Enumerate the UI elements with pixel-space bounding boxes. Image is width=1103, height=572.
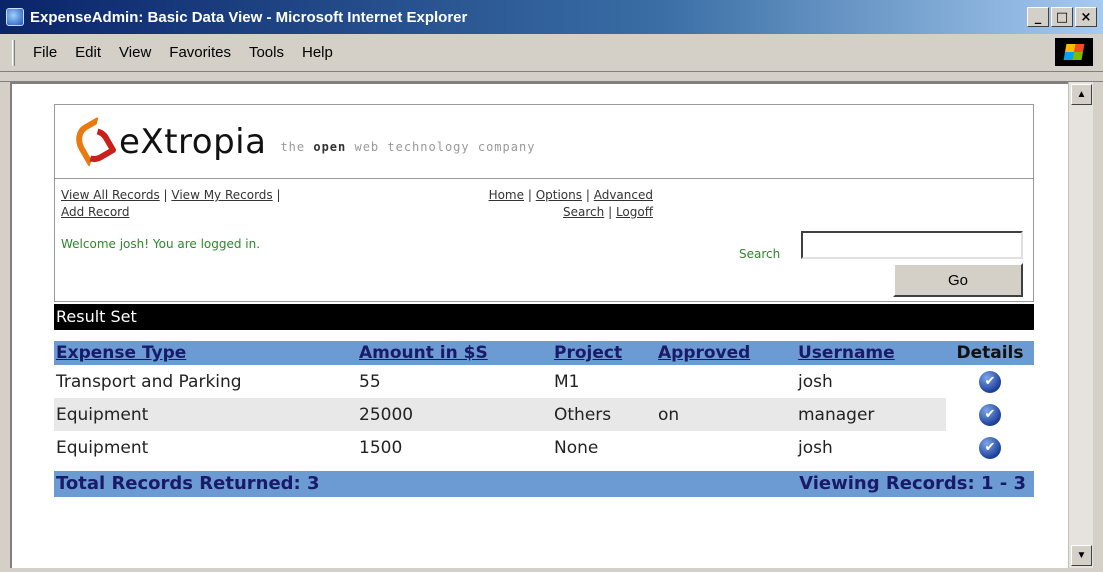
- view-my-records-link[interactable]: View My Records: [171, 188, 272, 202]
- windows-logo-icon: [1055, 38, 1093, 66]
- frame-top: [0, 72, 1103, 82]
- table-row: Equipment 1500 None josh ✔: [54, 431, 1034, 464]
- cell-expense-type: Transport and Parking: [56, 371, 242, 392]
- separator: |: [527, 188, 532, 202]
- cell-amount: 25000: [357, 398, 552, 431]
- browser-viewport: eXtropia the open web technology company…: [10, 82, 1068, 568]
- details-header: Details: [946, 341, 1034, 365]
- toolbar-grip[interactable]: [12, 39, 15, 66]
- advanced-search-link-part1[interactable]: Advanced: [594, 188, 653, 202]
- cell-amount: 1500: [359, 437, 403, 458]
- menubar: File Edit View Favorites Tools Help: [0, 34, 1103, 72]
- table-row: Equipment 25000 Others on manager ✔: [54, 398, 1034, 431]
- cell-approved: on: [656, 398, 796, 431]
- maximize-button[interactable]: □: [1051, 7, 1073, 27]
- separator: |: [163, 188, 168, 202]
- nav-area: View All Records | View My Records | Add…: [55, 179, 1033, 301]
- results-table: Expense Type Amount in $S Project Approv…: [54, 341, 1034, 464]
- menu-tools[interactable]: Tools: [249, 44, 284, 61]
- frame-bottom: [0, 568, 1103, 572]
- close-button[interactable]: ×: [1075, 7, 1097, 27]
- extropia-logo-icon: [69, 115, 119, 168]
- total-records: Total Records Returned: 3: [56, 473, 320, 494]
- cell-approved: [656, 431, 796, 464]
- menu-file[interactable]: File: [33, 44, 57, 61]
- view-all-records-link[interactable]: View All Records: [61, 188, 160, 202]
- details-check-icon[interactable]: ✔: [979, 436, 1001, 459]
- frame-left: [0, 82, 10, 568]
- separator: |: [276, 188, 281, 202]
- logo-text: eXtropia: [119, 121, 267, 162]
- result-set-title: Result Set: [54, 304, 1034, 330]
- cell-username: josh: [798, 371, 833, 392]
- add-record-link[interactable]: Add Record: [61, 205, 130, 219]
- viewing-records: Viewing Records: 1 - 3: [799, 473, 1026, 494]
- app-header-box: eXtropia the open web technology company…: [54, 104, 1034, 302]
- window-titlebar: ExpenseAdmin: Basic Data View - Microsof…: [0, 0, 1103, 34]
- menu-help[interactable]: Help: [302, 44, 333, 61]
- logo-band: eXtropia the open web technology company: [55, 105, 1033, 179]
- search-label: Search: [739, 247, 781, 261]
- search-input[interactable]: [801, 231, 1023, 259]
- details-check-icon[interactable]: ✔: [979, 403, 1001, 426]
- table-header-row: Expense Type Amount in $S Project Approv…: [54, 341, 1034, 365]
- tagline: the open web technology company: [280, 139, 536, 154]
- scroll-up-arrow-icon[interactable]: ▲: [1071, 84, 1092, 105]
- menu-view[interactable]: View: [119, 44, 151, 61]
- cell-project: Others: [552, 398, 656, 431]
- site-links: Home | Options | Advanced Search | Logof…: [423, 187, 653, 221]
- cell-expense-type: Equipment: [56, 437, 149, 458]
- minimize-button[interactable]: _: [1027, 7, 1049, 27]
- scroll-down-arrow-icon[interactable]: ▼: [1071, 545, 1092, 566]
- table-row: Transport and Parking 55 M1 josh ✔: [54, 365, 1034, 398]
- welcome-message: Welcome josh! You are logged in.: [61, 237, 261, 251]
- results-footer: Total Records Returned: 3 Viewing Record…: [54, 471, 1034, 497]
- cell-approved: [656, 365, 796, 398]
- frame-right: [1093, 82, 1103, 568]
- cell-project: None: [554, 437, 599, 458]
- cell-expense-type: Equipment: [54, 398, 357, 431]
- separator: |: [608, 205, 613, 219]
- options-link[interactable]: Options: [536, 188, 582, 202]
- menu-edit[interactable]: Edit: [75, 44, 101, 61]
- advanced-search-link-part2[interactable]: Search: [563, 205, 604, 219]
- cell-username: manager: [796, 398, 946, 431]
- home-link[interactable]: Home: [489, 188, 524, 202]
- separator: |: [585, 188, 590, 202]
- window-controls: _ □ ×: [1027, 7, 1097, 27]
- sort-project-link[interactable]: Project: [554, 343, 622, 363]
- logoff-link[interactable]: Logoff: [616, 205, 653, 219]
- sort-expense-type-link[interactable]: Expense Type: [56, 343, 186, 363]
- details-check-icon[interactable]: ✔: [979, 370, 1001, 393]
- menu-favorites[interactable]: Favorites: [169, 44, 231, 61]
- go-button[interactable]: Go: [893, 263, 1023, 297]
- cell-amount: 55: [359, 371, 381, 392]
- sort-username-link[interactable]: Username: [798, 343, 895, 363]
- ie-icon: [6, 8, 24, 26]
- vertical-scrollbar[interactable]: ▲ ▼: [1068, 82, 1093, 568]
- window-title: ExpenseAdmin: Basic Data View - Microsof…: [30, 8, 468, 26]
- sort-approved-link[interactable]: Approved: [658, 343, 750, 363]
- sort-amount-link[interactable]: Amount in $S: [359, 343, 488, 363]
- cell-project: M1: [554, 371, 580, 392]
- cell-username: josh: [798, 437, 833, 458]
- record-links: View All Records | View My Records | Add…: [61, 187, 281, 221]
